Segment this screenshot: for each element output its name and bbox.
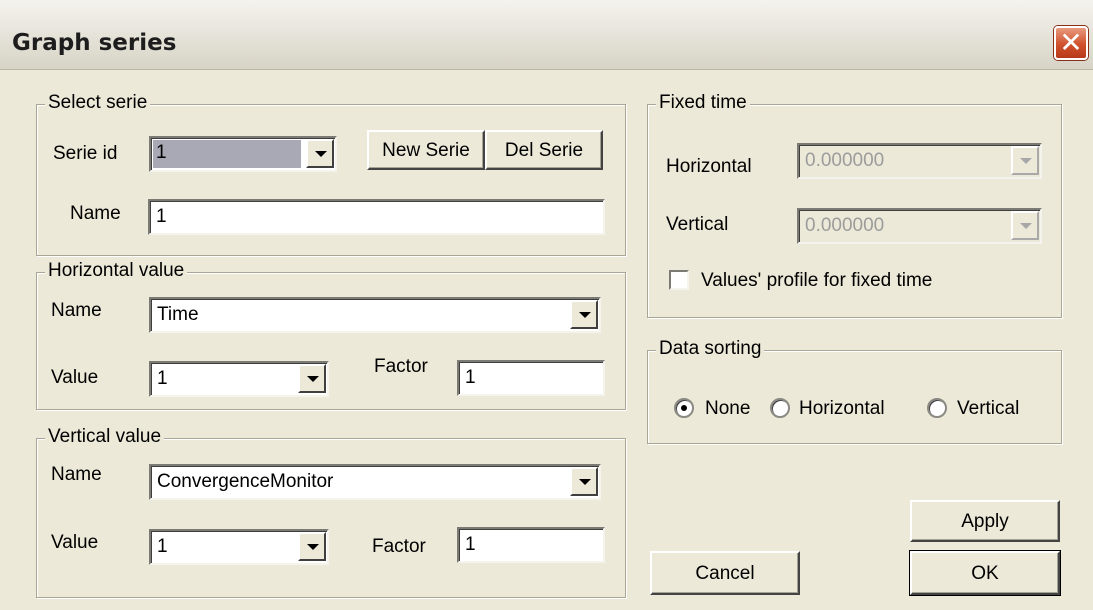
vertical-value-group: Vertical value <box>36 426 626 598</box>
horizontal-value-select[interactable]: 1 <box>149 361 329 397</box>
serie-id-dropdown-button[interactable] <box>306 139 334 168</box>
horizontal-factor-label: Factor <box>374 356 428 377</box>
radio-selected-dot <box>681 405 687 411</box>
vertical-value-dropdown-button[interactable] <box>298 532 326 561</box>
horizontal-name-dropdown-button[interactable] <box>570 300 598 329</box>
vertical-factor-label: Factor <box>372 536 426 557</box>
vertical-value-legend: Vertical value <box>45 426 165 448</box>
horizontal-factor-input[interactable]: 1 <box>457 360 605 396</box>
data-sorting-group: Data sorting <box>647 338 1062 444</box>
fixed-horizontal-dropdown-button[interactable] <box>1011 146 1039 175</box>
horizontal-value-label: Value <box>51 367 99 388</box>
fixed-vertical-select[interactable]: 0.000000 <box>797 208 1042 244</box>
fixed-horizontal-select[interactable]: 0.000000 <box>797 143 1042 179</box>
graph-series-dialog: Graph series ✕ Select serie Serie id 1 N… <box>0 0 1093 610</box>
vertical-value-select[interactable]: 1 <box>149 529 329 565</box>
horizontal-name-select[interactable]: Time <box>149 297 601 333</box>
sort-none-radio[interactable] <box>674 398 694 418</box>
new-serie-button[interactable]: New Serie <box>367 130 485 170</box>
horizontal-value-legend: Horizontal value <box>45 260 188 282</box>
vertical-name-dropdown-button[interactable] <box>570 467 598 496</box>
serie-name-label: Name <box>70 203 121 224</box>
vertical-name-label: Name <box>51 464 102 485</box>
fixed-time-legend: Fixed time <box>656 92 750 114</box>
sort-vertical-radio[interactable] <box>927 398 947 418</box>
horizontal-value-value: 1 <box>157 368 168 389</box>
horizontal-name-label: Name <box>51 300 102 321</box>
vertical-factor-input[interactable]: 1 <box>457 527 605 563</box>
horizontal-name-value: Time <box>157 304 199 325</box>
serie-id-value: 1 <box>153 140 301 168</box>
vertical-name-select[interactable]: ConvergenceMonitor <box>149 464 601 500</box>
values-profile-checkbox[interactable] <box>669 270 689 290</box>
apply-button[interactable]: Apply <box>910 500 1060 542</box>
vertical-value-label: Value <box>51 532 99 553</box>
fixed-vertical-dropdown-button[interactable] <box>1011 211 1039 240</box>
vertical-value-value: 1 <box>157 536 168 557</box>
del-serie-button[interactable]: Del Serie <box>485 130 603 170</box>
values-profile-label: Values' profile for fixed time <box>701 270 933 291</box>
sort-horizontal-radio[interactable] <box>770 398 790 418</box>
fixed-horizontal-label: Horizontal <box>666 156 752 177</box>
window-title: Graph series <box>12 30 177 56</box>
serie-id-select[interactable]: 1 <box>149 136 337 172</box>
data-sorting-legend: Data sorting <box>656 338 765 360</box>
ok-button[interactable]: OK <box>909 550 1061 596</box>
close-button[interactable]: ✕ <box>1054 26 1088 60</box>
sort-none-label: None <box>705 398 751 419</box>
fixed-vertical-label: Vertical <box>666 214 729 235</box>
horizontal-value-dropdown-button[interactable] <box>298 364 326 393</box>
fixed-vertical-value: 0.000000 <box>805 215 885 236</box>
serie-id-label: Serie id <box>53 143 118 164</box>
select-serie-legend: Select serie <box>45 92 151 114</box>
sort-vertical-label: Vertical <box>957 398 1020 419</box>
close-icon: ✕ <box>1059 27 1083 58</box>
fixed-horizontal-value: 0.000000 <box>805 150 885 171</box>
sort-horizontal-label: Horizontal <box>799 398 885 419</box>
serie-name-input[interactable]: 1 <box>148 199 605 235</box>
title-bar[interactable]: Graph series ✕ <box>0 0 1093 70</box>
vertical-name-value: ConvergenceMonitor <box>157 471 334 492</box>
cancel-button[interactable]: Cancel <box>650 551 800 595</box>
